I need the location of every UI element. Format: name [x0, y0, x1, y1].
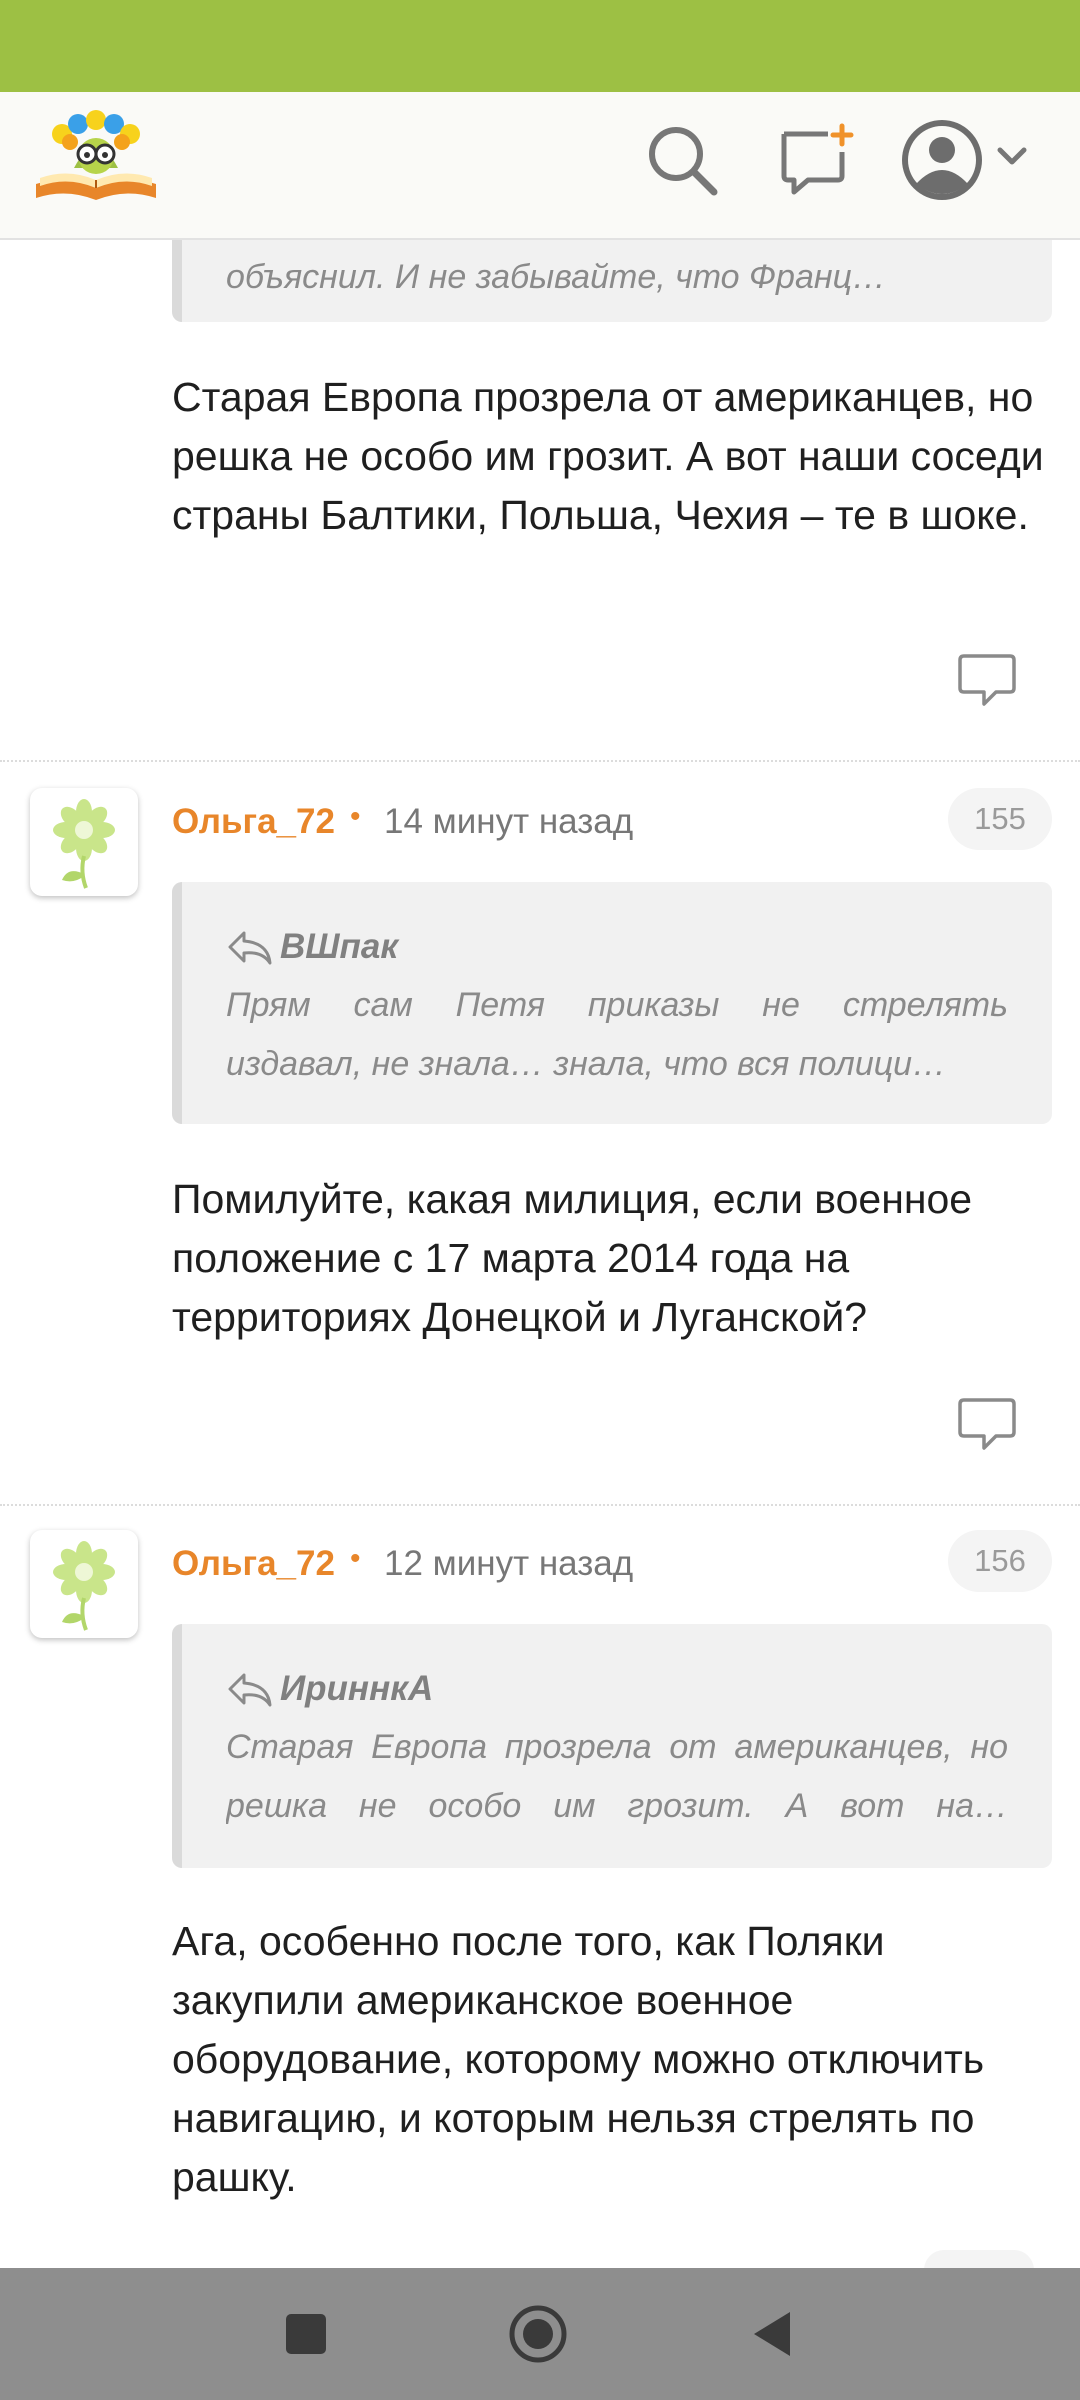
square-icon	[286, 2314, 326, 2354]
flower-icon	[53, 1541, 115, 1631]
quote-text-line: Старая Европа прозрела от американцев, н…	[226, 1728, 1008, 1766]
quote-author: ВШпак	[226, 918, 1008, 976]
divider	[0, 1504, 1080, 1506]
reply-arrow-icon	[228, 931, 272, 965]
app-header	[0, 92, 1080, 240]
comment-body: Ага, особенно после того, как Поляки зак…	[172, 1918, 985, 2200]
site-logo[interactable]	[32, 106, 160, 206]
search-icon[interactable]	[644, 122, 720, 198]
quote-text-line: Прям сам Петя приказы не стрелять	[226, 986, 1008, 1024]
reply-icon[interactable]	[956, 652, 1018, 708]
quote-text: объяснил. И не забывайте, что Франц…	[226, 258, 887, 296]
comment-body: Помилуйте, какая милиция, если военное п…	[172, 1176, 973, 1340]
quote-block[interactable]: ИриннкА Старая Европа прозрела от америк…	[172, 1624, 1052, 1868]
quote-text-line: решка не особо им грозит. А вот на…	[226, 1787, 1008, 1825]
home-button[interactable]	[506, 2302, 570, 2366]
comment-number: 155	[948, 788, 1052, 850]
comment-body: Старая Европа прозрела от американцев, н…	[172, 374, 1044, 538]
comment-author[interactable]: Ольга_72	[172, 802, 335, 842]
recents-button[interactable]	[274, 2302, 338, 2366]
avatar[interactable]	[30, 788, 138, 896]
comment-time: 14 минут назад	[384, 802, 634, 841]
system-nav-bar	[0, 2268, 1080, 2400]
comment-number: 156	[948, 1530, 1052, 1592]
quote-block[interactable]: ВШпак Прям сам Петя приказы не стрелять …	[172, 882, 1052, 1124]
separator-dot: •	[350, 800, 361, 833]
triangle-back-icon	[754, 2312, 790, 2356]
like-button[interactable]	[924, 2250, 1034, 2268]
comment-author[interactable]: Ольга_72	[172, 1544, 335, 1584]
avatar-icon	[902, 120, 1027, 200]
back-button[interactable]	[742, 2302, 806, 2366]
flower-icon	[53, 799, 115, 889]
divider	[0, 760, 1080, 762]
reply-icon[interactable]	[956, 1396, 1018, 1452]
quote-author: ИриннкА	[226, 1660, 1008, 1718]
separator-dot: •	[350, 1542, 361, 1575]
quote-author-name: ИриннкА	[280, 1669, 434, 1708]
quote-author-name: ВШпак	[280, 927, 399, 966]
circle-icon	[509, 2305, 567, 2363]
comment-time: 12 минут назад	[384, 1544, 634, 1583]
quote-text-line: издавал, не знала… знала, что вся полици…	[226, 1045, 947, 1083]
comments-feed[interactable]: объяснил. И не забывайте, что Франц… Ста…	[0, 240, 1080, 2268]
reply-arrow-icon	[228, 1673, 272, 1707]
avatar[interactable]	[30, 1530, 138, 1638]
account-menu[interactable]	[900, 118, 1040, 202]
status-bar	[0, 0, 1080, 92]
quote-block: объяснил. И не забывайте, что Франц…	[172, 240, 1052, 322]
compose-icon[interactable]	[778, 122, 854, 198]
